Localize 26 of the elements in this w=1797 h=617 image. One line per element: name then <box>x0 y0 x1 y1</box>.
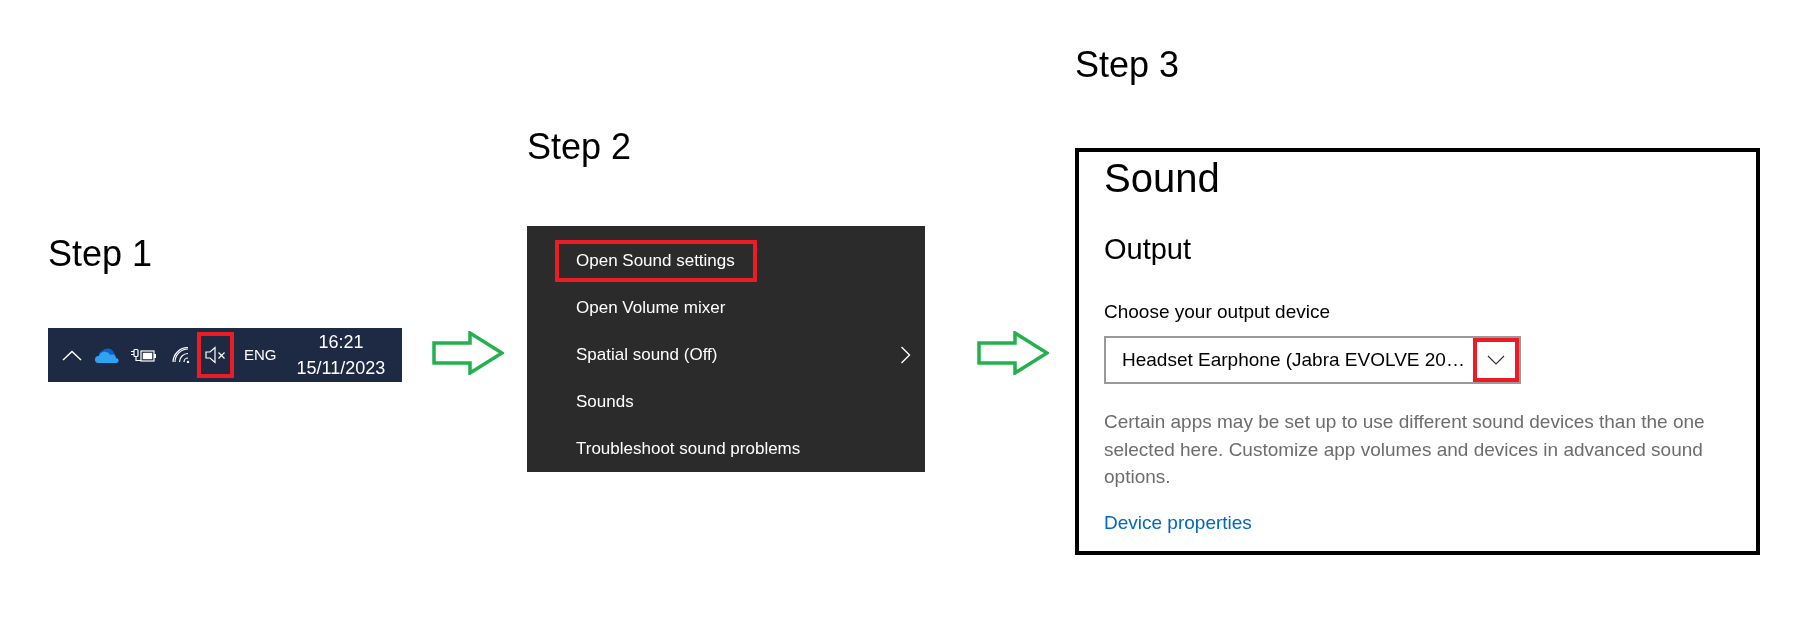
plug-battery-icon[interactable] <box>131 348 156 362</box>
section-heading: Output <box>1104 232 1192 267</box>
language-indicator[interactable]: ENG <box>244 345 277 365</box>
field-label: Choose your output device <box>1104 300 1331 324</box>
menu-item[interactable]: Sounds <box>576 390 634 413</box>
clock-date[interactable]: 15/11/2023 <box>296 355 386 381</box>
clock-time[interactable]: 16:21 <box>318 329 364 355</box>
right-arrow-icon <box>977 331 1049 375</box>
step-heading: Step 3 <box>1075 43 1180 87</box>
menu-item[interactable]: Spatial sound (Off) <box>576 343 718 366</box>
right-arrow-icon <box>432 331 504 375</box>
help-text: Certain apps may be set up to use different sound devices than the one selected here. Customize app volumes and devices in advanced sound options. <box>1104 410 1706 489</box>
menu-item[interactable]: Troubleshoot sound problems <box>576 437 801 460</box>
chevron-right-icon[interactable] <box>900 345 911 364</box>
panel-title: Sound <box>1104 155 1220 202</box>
step-heading: Step 2 <box>527 125 632 169</box>
cloud-icon[interactable] <box>95 347 120 363</box>
step-heading: Step 1 <box>48 232 153 276</box>
output-device-dropdown[interactable]: Headset Earphone (Jabra EVOLVE 20… <box>1104 336 1521 384</box>
chevron-up-icon[interactable] <box>62 349 82 361</box>
speaker-muted-icon[interactable] <box>204 346 227 364</box>
wifi-icon[interactable] <box>172 347 190 363</box>
menu-item[interactable]: Open Volume mixer <box>576 296 726 319</box>
menu-item[interactable]: Open Sound settings <box>576 249 735 272</box>
settings-link[interactable]: Device properties <box>1104 510 1252 535</box>
chevron-down-icon[interactable] <box>1487 355 1505 365</box>
